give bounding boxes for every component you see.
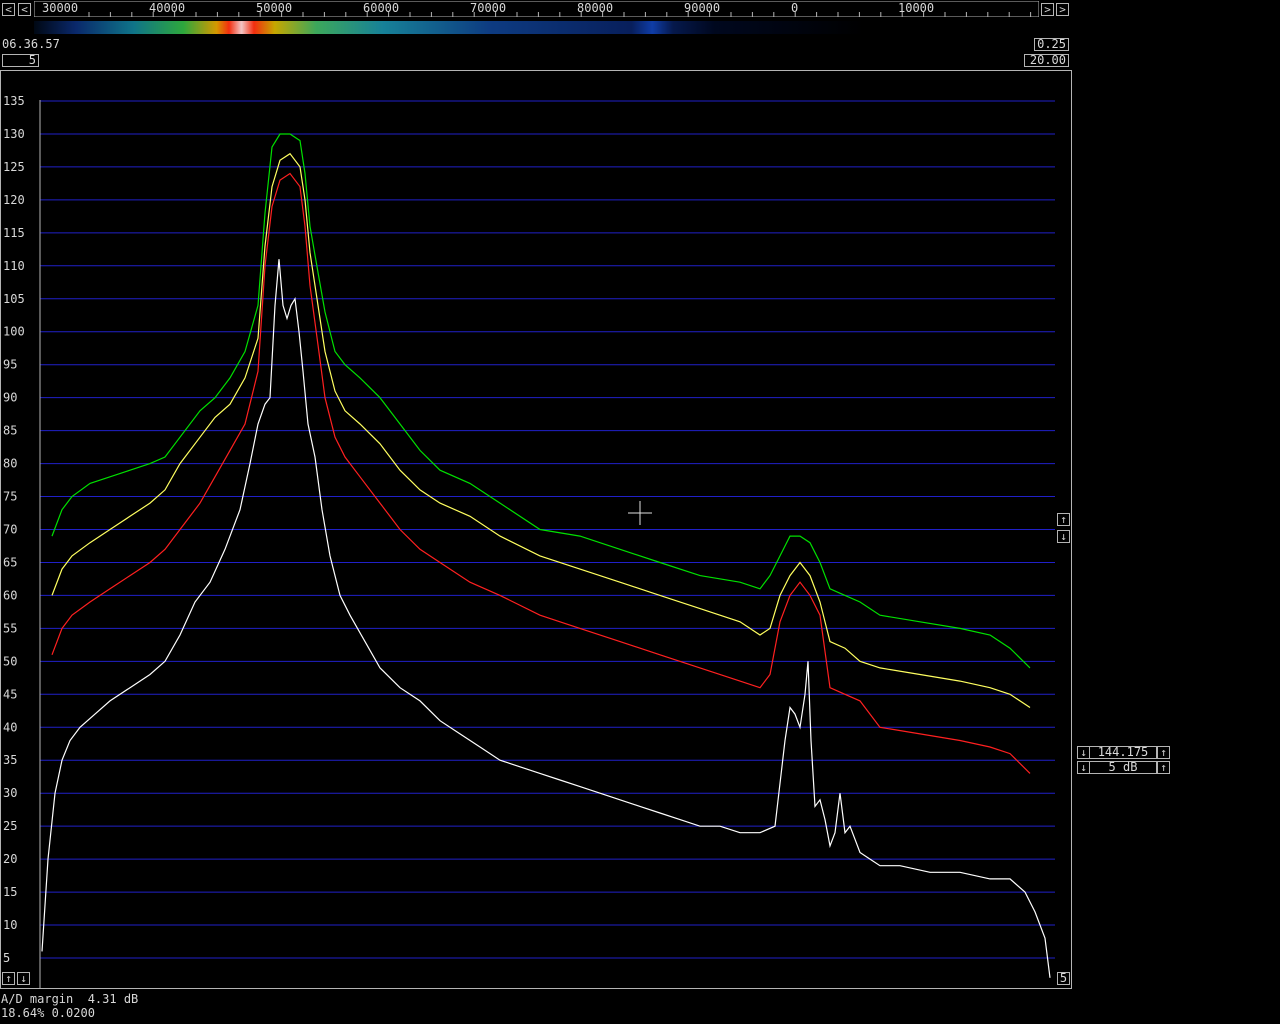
y-tick-label: 10: [3, 918, 17, 932]
y-tick-label: 60: [3, 588, 17, 602]
right-arrow-icon: >: [1059, 3, 1066, 16]
freq-tick-label: 70000: [470, 1, 506, 15]
scroll-right-button[interactable]: >: [1041, 3, 1054, 16]
up-arrow-icon: ↑: [5, 972, 12, 985]
y-tick-label: 125: [3, 160, 25, 174]
y-tick-label: 110: [3, 259, 25, 273]
y-tick-label: 30: [3, 786, 17, 800]
cpu-load-text: 18.64% 0.0200: [1, 1006, 95, 1020]
y-tick-label: 85: [3, 424, 17, 438]
y-tick-label: 120: [3, 193, 25, 207]
scroll-left-button[interactable]: <: [2, 3, 15, 16]
spectrum-graph[interactable]: 1351301251201151101051009590858075706560…: [0, 70, 1072, 989]
y-tick-label: 75: [3, 490, 17, 504]
y-tick-label: 90: [3, 391, 17, 405]
freq-tick-label: 40000: [149, 1, 185, 15]
y-tick-label: 105: [3, 292, 25, 306]
y-tick-label: 100: [3, 325, 25, 339]
down-arrow-icon: ↓: [1060, 530, 1067, 543]
db-step-field[interactable]: 5 dB: [1089, 761, 1157, 774]
scroll-left-button-2[interactable]: <: [18, 3, 31, 16]
y-tick-label: 5: [3, 951, 10, 965]
up-arrow-icon: ↑: [1160, 761, 1167, 774]
y-tick-label: 55: [3, 621, 17, 635]
frequency-scale[interactable]: 30000 40000 50000 60000 70000 80000 90000 0 1000…: [34, 1, 1039, 17]
waterfall-gain-field[interactable]: 5: [2, 54, 39, 67]
freq-tick-label: 90000: [684, 1, 720, 15]
scroll-right-button-2[interactable]: >: [1056, 3, 1069, 16]
y-tick-label: 25: [3, 819, 17, 833]
left-arrow-icon: <: [5, 3, 12, 16]
waterfall-contrast-field[interactable]: 0.25: [1034, 38, 1069, 51]
up-arrow-icon: ↑: [1160, 746, 1167, 759]
waterfall-brightness-field[interactable]: 20.00: [1024, 54, 1069, 67]
y-tick-label: 50: [3, 654, 17, 668]
down-arrow-icon: ↓: [1080, 761, 1087, 774]
clock-time: 06.36.57: [2, 37, 60, 51]
right-arrow-icon: >: [1044, 3, 1051, 16]
frequency-field[interactable]: 144.175: [1089, 746, 1157, 759]
freq-tick-label: 60000: [363, 1, 399, 15]
spectrum-up-button[interactable]: ↑: [1057, 513, 1070, 526]
freq-tick-label: 0: [791, 1, 798, 15]
y-tick-label: 20: [3, 852, 17, 866]
y-tick-label: 130: [3, 127, 25, 141]
waterfall-display[interactable]: [34, 18, 1039, 38]
down-arrow-icon: ↓: [20, 972, 27, 985]
y-tick-label: 45: [3, 687, 17, 701]
y-tick-label: 115: [3, 226, 25, 240]
freq-up-button[interactable]: ↑: [1157, 746, 1170, 759]
down-arrow-icon: ↓: [1080, 746, 1087, 759]
zoom-up-button[interactable]: ↑: [2, 972, 15, 985]
left-arrow-icon: <: [21, 3, 28, 16]
zoom-down-button[interactable]: ↓: [17, 972, 30, 985]
freq-tick-label: 10000: [898, 1, 934, 15]
averaging-field[interactable]: 5: [1057, 972, 1070, 985]
db-up-button[interactable]: ↑: [1157, 761, 1170, 774]
up-arrow-icon: ↑: [1060, 513, 1067, 526]
y-tick-label: 15: [3, 885, 17, 899]
y-tick-label: 80: [3, 457, 17, 471]
freq-tick-label: 30000: [42, 1, 78, 15]
freq-tick-label: 50000: [256, 1, 292, 15]
y-tick-label: 35: [3, 753, 17, 767]
y-tick-label: 95: [3, 358, 17, 372]
y-tick-label: 135: [3, 94, 25, 108]
y-tick-label: 40: [3, 720, 17, 734]
y-tick-label: 65: [3, 555, 17, 569]
ad-margin-text: A/D margin 4.31 dB: [1, 992, 139, 1006]
spectrum-down-button[interactable]: ↓: [1057, 530, 1070, 543]
y-tick-label: 70: [3, 523, 17, 537]
freq-tick-label: 80000: [577, 1, 613, 15]
